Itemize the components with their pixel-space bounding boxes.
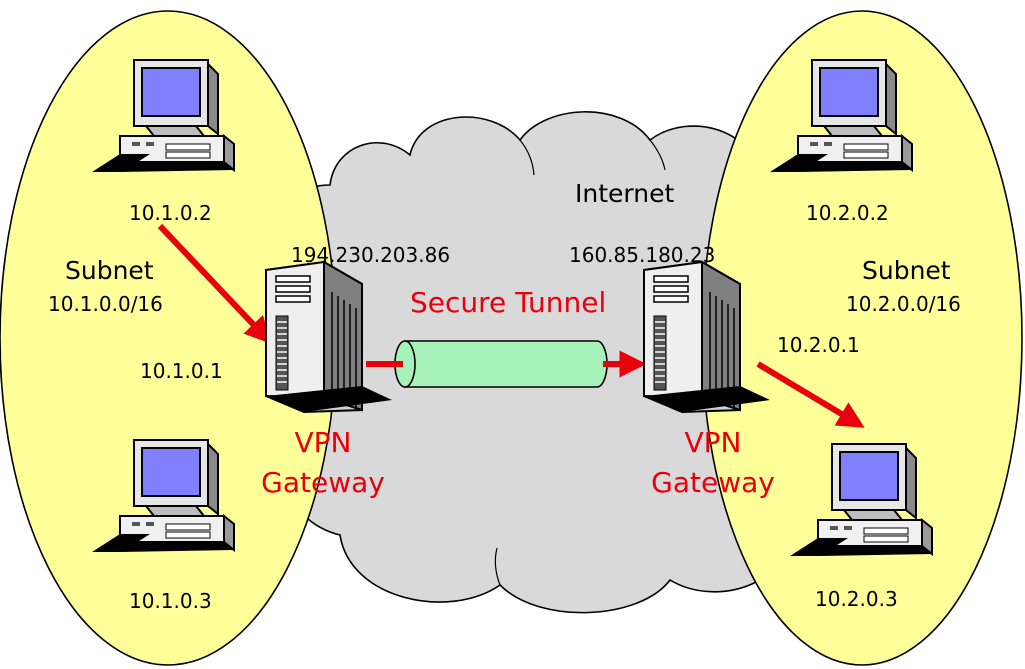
left-bottom-host-ip: 10.1.0.3: [129, 589, 212, 613]
left-gateway-public-ip: 194.230.203.86: [291, 243, 450, 267]
secure-tunnel-pipe-icon: [394, 340, 608, 388]
left-subnet-cidr: 10.1.0.0/16: [48, 292, 163, 316]
right-gateway-inner-ip: 10.2.0.1: [777, 333, 860, 357]
left-gateway-inner-ip: 10.1.0.1: [140, 359, 223, 383]
right-gateway-label-line1: VPN: [685, 426, 742, 459]
left-gateway-label-line1: VPN: [295, 426, 352, 459]
left-top-host-ip: 10.1.0.2: [129, 201, 212, 225]
left-gateway-label-line2: Gateway: [261, 466, 385, 499]
right-subnet-cidr: 10.2.0.0/16: [846, 292, 961, 316]
secure-tunnel-label: Secure Tunnel: [410, 286, 606, 319]
right-gateway-public-ip: 160.85.180.23: [569, 243, 715, 267]
right-top-host-ip: 10.2.0.2: [806, 201, 889, 225]
right-gateway-label-line2: Gateway: [651, 466, 775, 499]
internet-label: Internet: [575, 179, 674, 208]
right-bottom-host-ip: 10.2.0.3: [815, 587, 898, 611]
left-subnet-label: Subnet: [65, 256, 154, 285]
vpn-diagram: 10.1.0.2 10.1.0.3 Subnet 10.1.0.0/16 10.…: [0, 0, 1025, 669]
right-subnet-label: Subnet: [862, 256, 951, 285]
diagram-canvas: 10.1.0.2 10.1.0.3 Subnet 10.1.0.0/16 10.…: [0, 10, 1023, 666]
